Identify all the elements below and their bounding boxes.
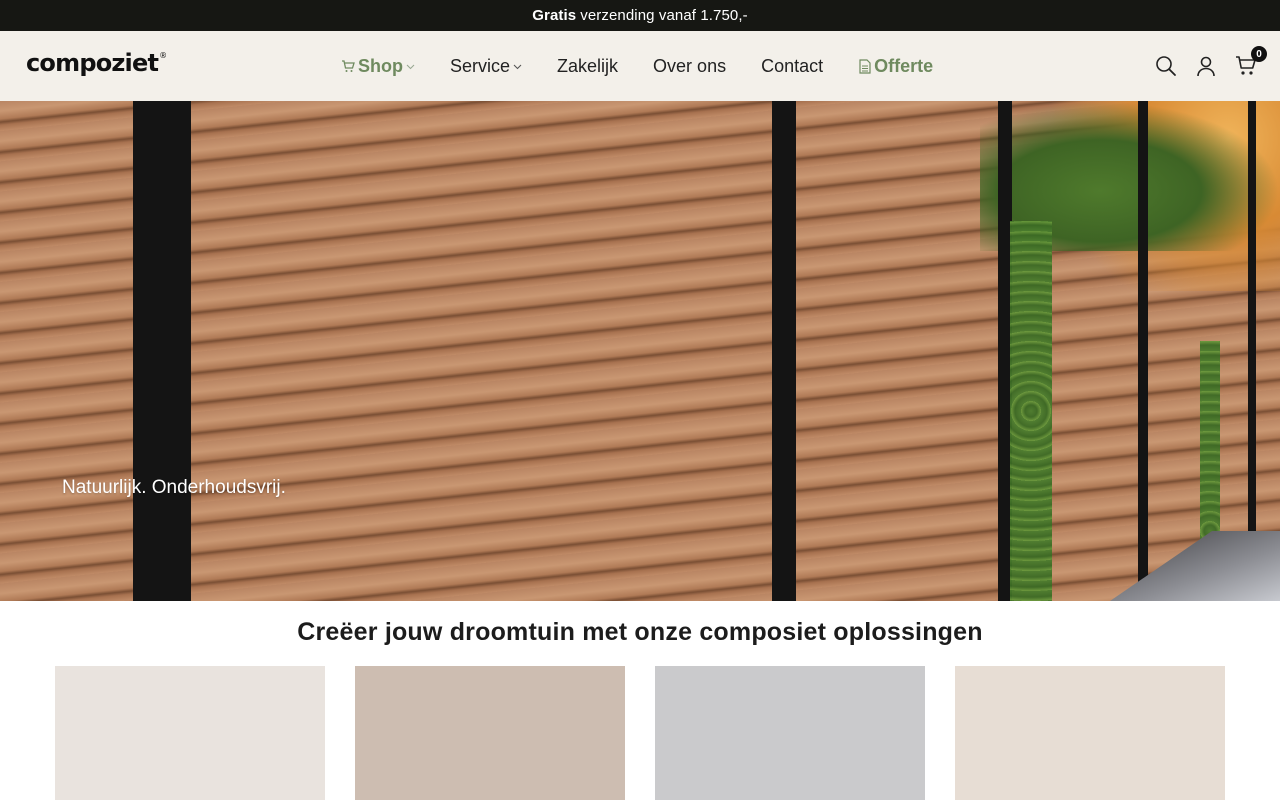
nav-offerte[interactable]: Offerte	[859, 56, 933, 77]
nav-shop[interactable]: Shop	[341, 56, 415, 77]
nav-zakelijk[interactable]: Zakelijk	[557, 56, 618, 77]
category-card[interactable]	[355, 666, 625, 800]
announcement-bar: Gratis verzending vanaf 1.750,-	[0, 0, 1280, 31]
category-card[interactable]	[55, 666, 325, 800]
logo[interactable]: compoziet®	[26, 49, 167, 77]
announcement-text: verzending vanaf 1.750,-	[580, 7, 748, 24]
hero-tagline: Natuurlijk. Onderhoudsvrij.	[62, 477, 286, 498]
chevron-down-icon	[406, 64, 415, 70]
logo-text: compoziet	[26, 49, 159, 77]
cart-icon[interactable]: 0	[1234, 46, 1267, 78]
section-title: Creëer jouw droomtuin met onze composiet…	[297, 618, 983, 646]
logo-registered-mark: ®	[159, 51, 167, 60]
nav-shop-label: Shop	[358, 55, 403, 76]
header-actions: 0	[1138, 31, 1267, 101]
nav-offerte-label: Offerte	[874, 55, 934, 76]
announcement-bold: Gratis	[532, 7, 577, 24]
search-icon[interactable]	[1154, 54, 1178, 78]
category-card[interactable]	[955, 666, 1225, 800]
category-cards	[0, 666, 1280, 800]
fence-post	[1138, 101, 1148, 601]
chevron-down-icon	[513, 64, 522, 70]
fence-post	[772, 101, 796, 601]
fence-post	[133, 101, 191, 601]
nav-over-ons[interactable]: Over ons	[653, 56, 726, 77]
hero-banner: Natuurlijk. Onderhoudsvrij.	[0, 101, 1280, 601]
main-nav: Shop Service Zakelijk Over ons Contact O…	[341, 31, 933, 101]
nav-service[interactable]: Service	[450, 56, 522, 77]
cart-small-icon	[341, 59, 355, 73]
nav-contact[interactable]: Contact	[761, 56, 823, 77]
nav-service-label: Service	[450, 55, 511, 76]
hero-ivy	[1010, 221, 1052, 601]
hero-garden-path	[1110, 531, 1280, 601]
category-card[interactable]	[655, 666, 925, 800]
site-header: compoziet® Shop Service Zakelijk Over on…	[0, 31, 1280, 101]
cart-count-badge: 0	[1251, 46, 1267, 62]
document-icon	[859, 58, 871, 74]
account-icon[interactable]	[1194, 54, 1218, 78]
fence-post	[1248, 101, 1256, 601]
